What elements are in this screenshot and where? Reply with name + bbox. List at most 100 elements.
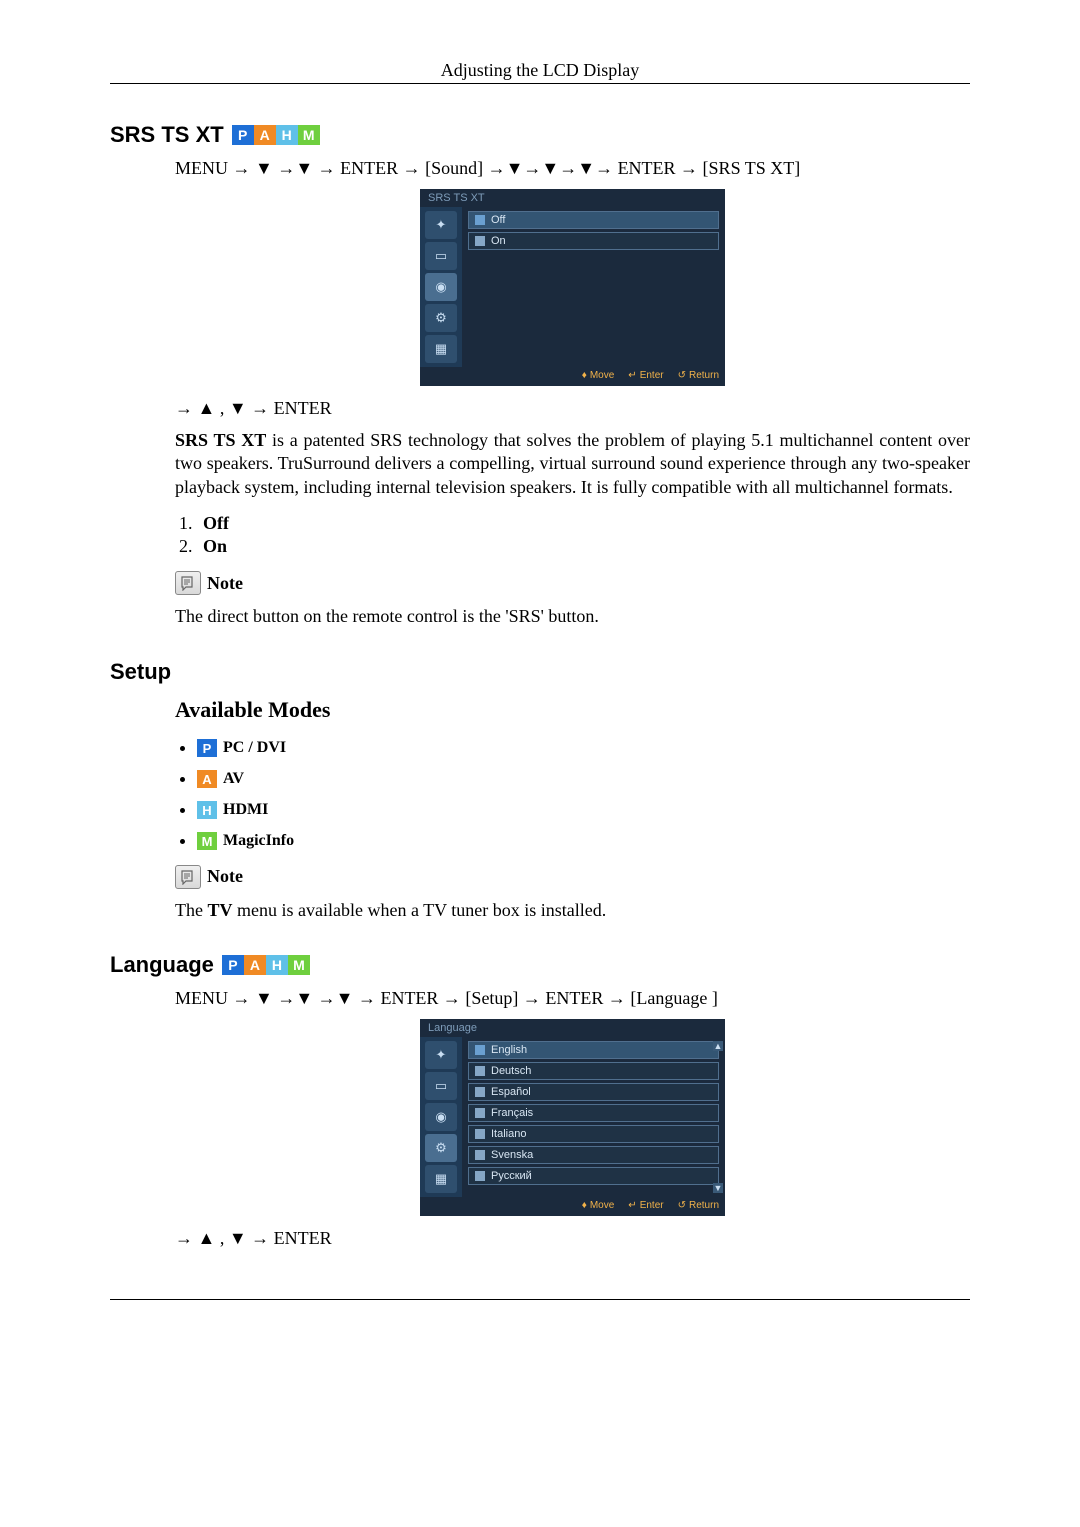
setup-note-text: The TV menu is available when a TV tuner… — [175, 899, 970, 922]
section-heading-language: Language P A H M — [110, 952, 970, 978]
note-block: Note — [175, 571, 970, 595]
osd-option-label: On — [491, 235, 506, 247]
osd-sidebar: ✦ ▭ ◉ ⚙ ▦ — [420, 207, 462, 367]
osd-option-label: English — [491, 1044, 527, 1056]
page-footer-rule — [110, 1299, 970, 1300]
srs-after-nav: → ▲ , ▼ → ENTER — [175, 398, 970, 419]
badge-pc-icon: P — [197, 739, 217, 757]
osd-option-row: Italiano — [468, 1125, 719, 1143]
osd-option-row: Español — [468, 1083, 719, 1101]
mode-label: PC / DVI — [223, 739, 286, 757]
osd-option-label: Svenska — [491, 1149, 533, 1161]
note-block: Note — [175, 865, 970, 889]
list-item: Off — [197, 513, 970, 534]
setup-subheading: Available Modes — [175, 697, 970, 723]
note-label: Note — [207, 573, 243, 594]
note-label: Note — [207, 866, 243, 887]
osd-side-icon: ◉ — [425, 273, 457, 301]
badge-magicinfo-icon: M — [298, 125, 320, 145]
language-after-nav: → ▲ , ▼ → ENTER — [175, 1228, 970, 1249]
osd-footer-enter: ↵ Enter — [628, 1200, 663, 1211]
note-text-part: menu is available when a TV tuner box is… — [233, 900, 607, 920]
osd-option-row: English — [468, 1041, 719, 1059]
osd-option-row: Français — [468, 1104, 719, 1122]
osd-side-icon: ✦ — [425, 1041, 457, 1069]
srs-desc-rest: is a patented SRS technology that solves… — [175, 430, 970, 497]
osd-side-icon: ▦ — [425, 335, 457, 363]
osd-side-icon: ✦ — [425, 211, 457, 239]
list-item: H HDMI — [197, 799, 970, 820]
srs-description: SRS TS XT is a patented SRS technology t… — [175, 429, 970, 499]
osd-side-icon: ▦ — [425, 1165, 457, 1193]
badge-pc-icon: P — [222, 955, 244, 975]
osd-option-label: Deutsch — [491, 1065, 531, 1077]
badge-magicinfo-icon: M — [288, 955, 310, 975]
osd-option-label: Off — [491, 214, 505, 226]
osd-side-icon: ▭ — [425, 242, 457, 270]
list-item: On — [197, 536, 970, 557]
osd-option-row: On — [468, 232, 719, 250]
osd-footer-return: ↺ Return — [678, 1200, 719, 1211]
badge-row: P A H M — [222, 955, 310, 975]
language-heading-text: Language — [110, 952, 214, 978]
osd-option-label: Italiano — [491, 1128, 526, 1140]
badge-hdmi-icon: H — [266, 955, 288, 975]
scroll-down-icon: ▼ — [713, 1183, 723, 1193]
page-header: Adjusting the LCD Display — [110, 60, 970, 84]
osd-option-row: Off — [468, 211, 719, 229]
modes-list: P PC / DVI A AV H HDMI M MagicInfo — [197, 737, 970, 851]
list-item: M MagicInfo — [197, 830, 970, 851]
mode-label: HDMI — [223, 801, 268, 819]
badge-av-icon: A — [197, 770, 217, 788]
language-osd-screenshot: Language ✦ ▭ ◉ ⚙ ▦ ▲ ▼ English Deutsch E — [420, 1019, 725, 1216]
osd-sidebar: ✦ ▭ ◉ ⚙ ▦ — [420, 1037, 462, 1197]
language-nav-path: MENU → ▼ →▼ →▼ → ENTER → [Setup] → ENTER… — [175, 988, 970, 1009]
srs-desc-bold: SRS TS XT — [175, 430, 266, 450]
srs-osd-screenshot: SRS TS XT ✦ ▭ ◉ ⚙ ▦ Off On ♦ Move ↵ Ente… — [420, 189, 725, 386]
osd-side-icon: ◉ — [425, 1103, 457, 1131]
osd-option-label: Français — [491, 1107, 533, 1119]
osd-title: Language — [420, 1019, 725, 1037]
badge-av-icon: A — [254, 125, 276, 145]
badge-row: P A H M — [232, 125, 320, 145]
page-header-title: Adjusting the LCD Display — [441, 60, 640, 80]
note-text-bold: TV — [207, 900, 232, 920]
osd-scrollbar: ▲ ▼ — [713, 1041, 723, 1193]
osd-option-label: Русский — [491, 1170, 532, 1182]
osd-option-row: Svenska — [468, 1146, 719, 1164]
badge-hdmi-icon: H — [276, 125, 298, 145]
osd-option-row: Русский — [468, 1167, 719, 1185]
mode-label: MagicInfo — [223, 832, 294, 850]
section-heading-srs: SRS TS XT P A H M — [110, 122, 970, 148]
badge-pc-icon: P — [232, 125, 254, 145]
note-text-part: The — [175, 900, 207, 920]
badge-magicinfo-icon: M — [197, 832, 217, 850]
srs-nav-path: MENU → ▼ →▼ → ENTER → [Sound] →▼→▼→▼→ EN… — [175, 158, 970, 179]
mode-label: AV — [223, 770, 244, 788]
note-icon — [175, 865, 201, 889]
scroll-up-icon: ▲ — [713, 1041, 723, 1051]
osd-side-icon: ⚙ — [425, 1134, 457, 1162]
osd-footer-return: ↺ Return — [678, 370, 719, 381]
osd-side-icon: ▭ — [425, 1072, 457, 1100]
osd-footer-move: ♦ Move — [582, 1200, 615, 1211]
srs-option-list: Off On — [197, 513, 970, 557]
osd-side-icon: ⚙ — [425, 304, 457, 332]
list-item-label: Off — [203, 513, 229, 533]
osd-footer: ♦ Move ↵ Enter ↺ Return — [420, 367, 725, 386]
osd-footer-enter: ↵ Enter — [628, 370, 663, 381]
osd-footer-move: ♦ Move — [582, 370, 615, 381]
badge-hdmi-icon: H — [197, 801, 217, 819]
osd-title: SRS TS XT — [420, 189, 725, 207]
osd-footer: ♦ Move ↵ Enter ↺ Return — [420, 1197, 725, 1216]
setup-heading-text: Setup — [110, 659, 171, 685]
osd-option-label: Español — [491, 1086, 531, 1098]
srs-note-text: The direct button on the remote control … — [175, 605, 970, 628]
srs-heading-text: SRS TS XT — [110, 122, 224, 148]
badge-av-icon: A — [244, 955, 266, 975]
section-heading-setup: Setup — [110, 659, 970, 685]
osd-option-row: Deutsch — [468, 1062, 719, 1080]
list-item: A AV — [197, 768, 970, 789]
list-item: P PC / DVI — [197, 737, 970, 758]
note-icon — [175, 571, 201, 595]
